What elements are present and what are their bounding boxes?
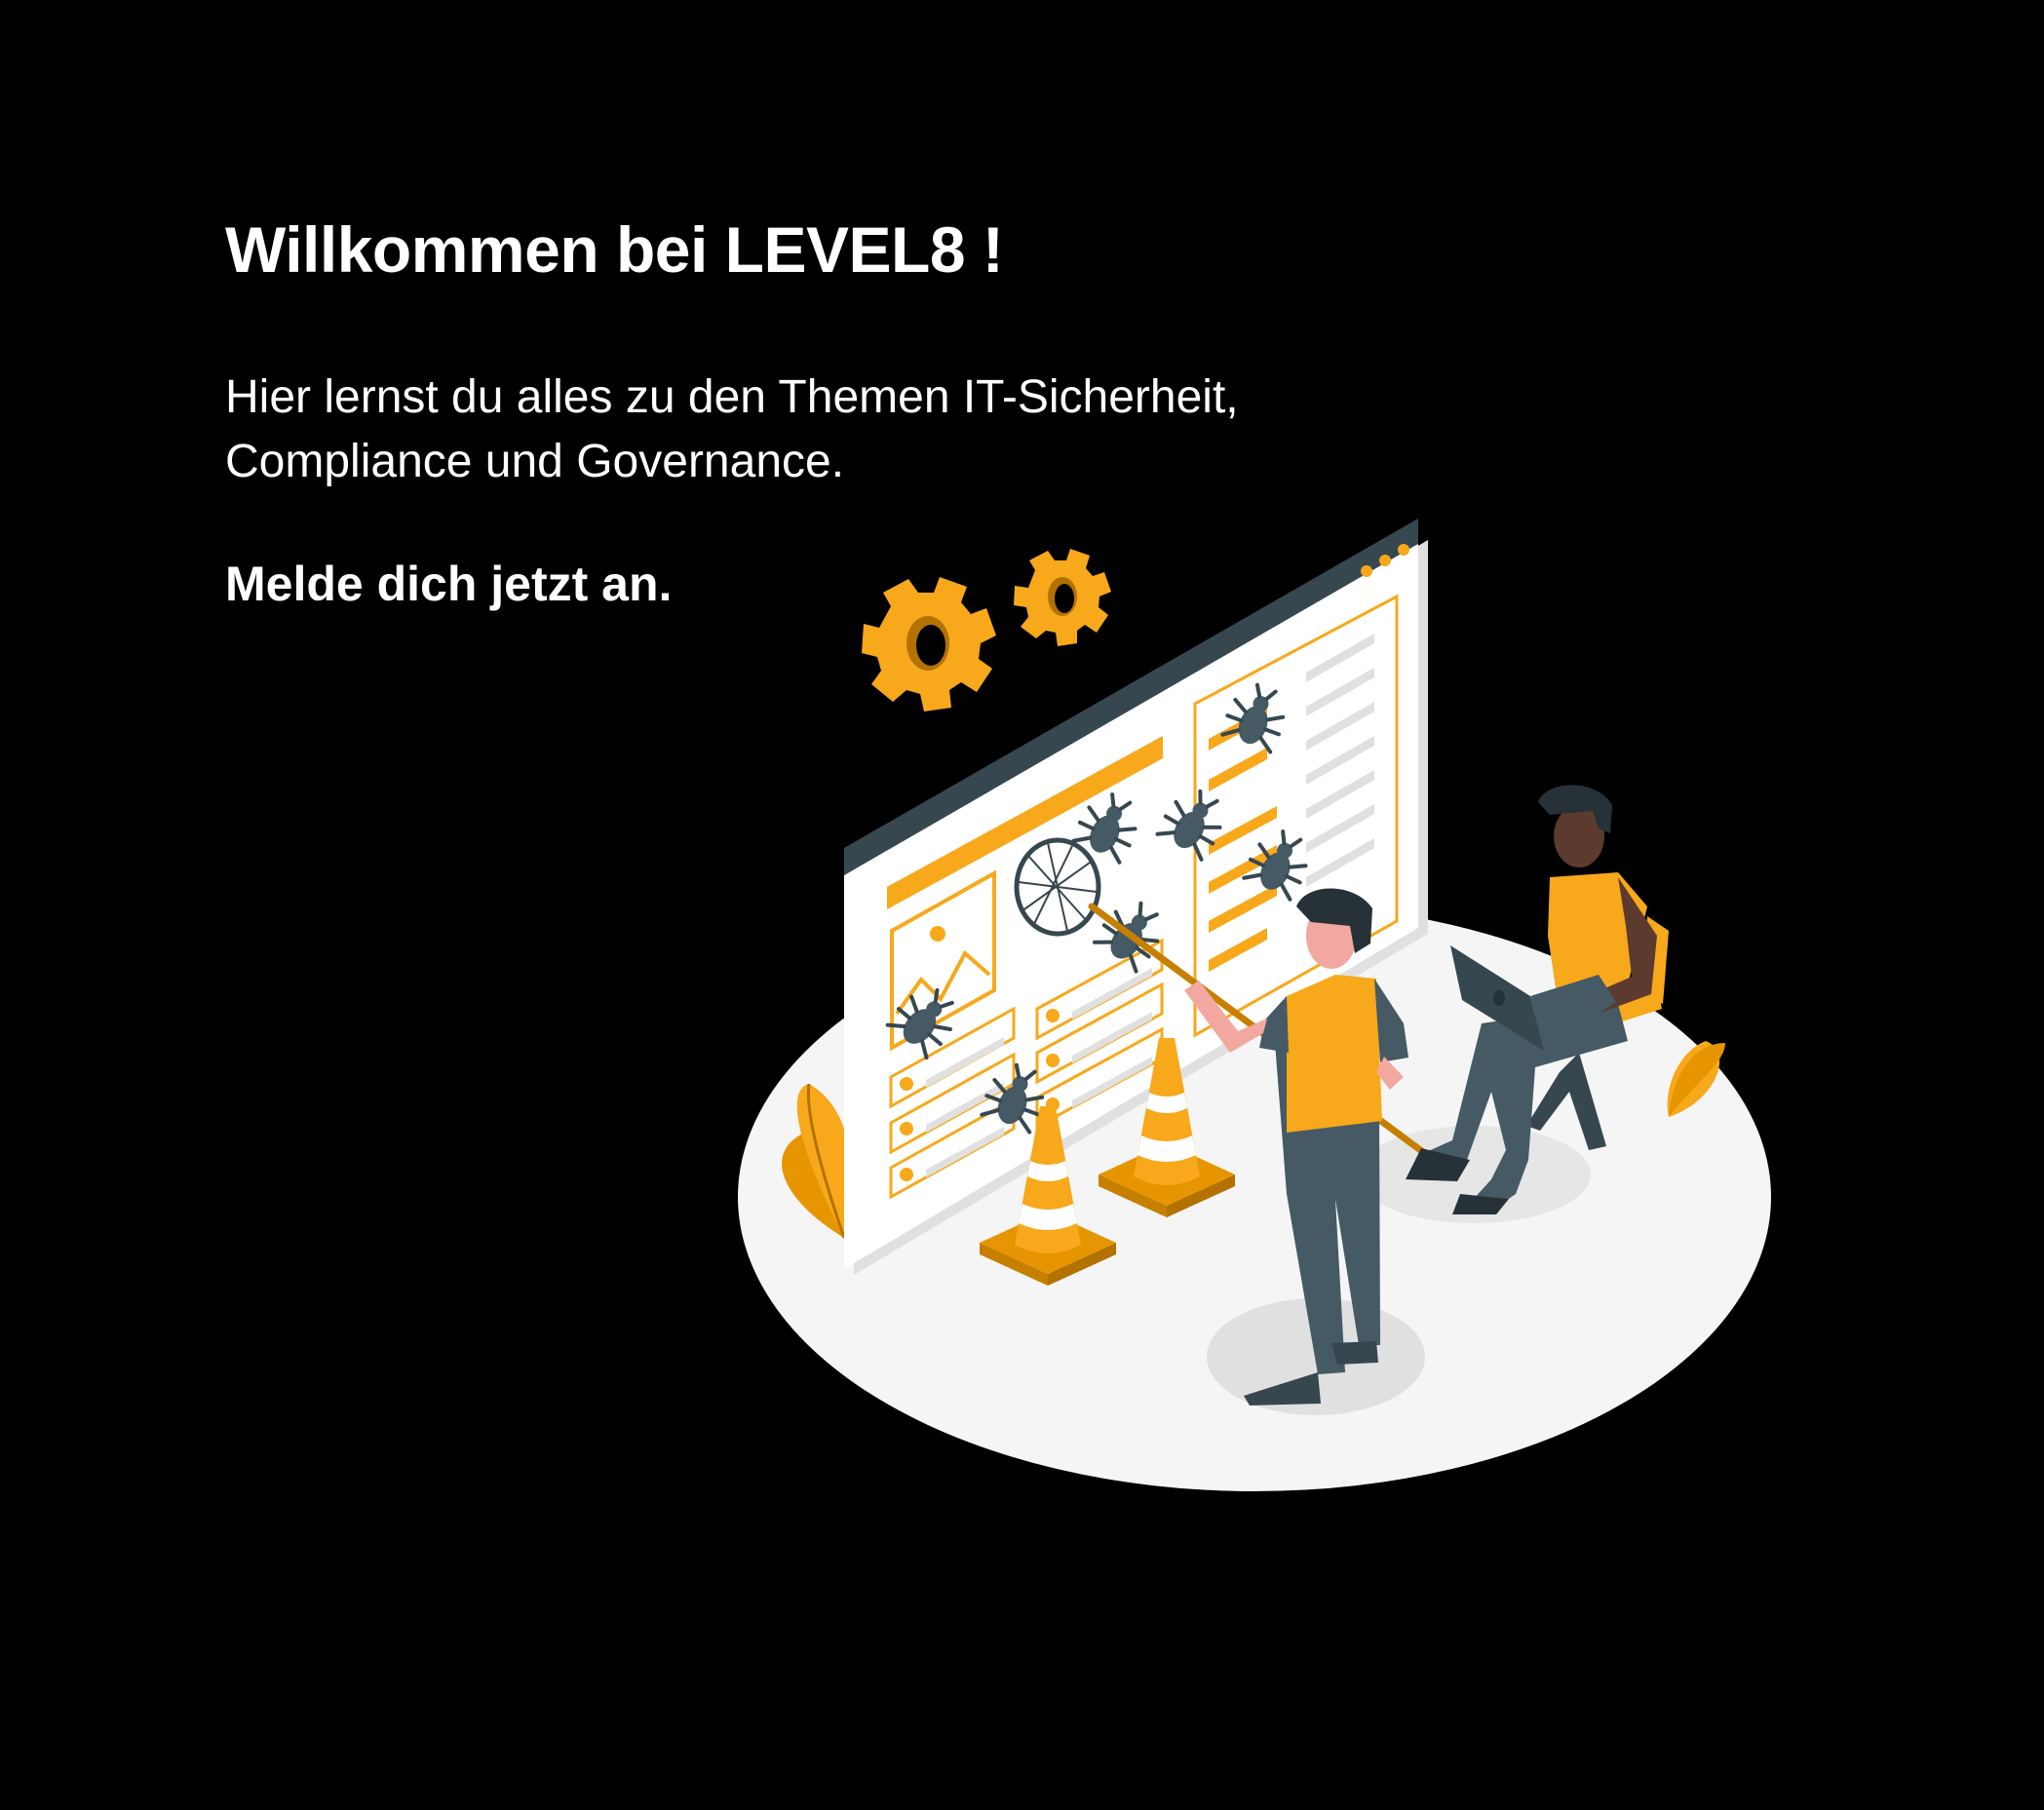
welcome-title: Willkommen bei LEVEL8 ! [225, 213, 1004, 286]
welcome-page: Willkommen bei LEVEL8 ! Hier lernst du a… [0, 0, 2044, 1810]
signup-prompt[interactable]: Melde dich jetzt an. [225, 556, 672, 612]
gear-icon [862, 549, 1111, 712]
intro-line-2: Compliance und Governance. [225, 436, 845, 487]
intro-text: Hier lernst du alles zu den Themen IT-Si… [225, 366, 1239, 494]
intro-line-1: Hier lernst du alles zu den Themen IT-Si… [225, 371, 1239, 423]
bug-hunting-illustration [738, 519, 1771, 1491]
